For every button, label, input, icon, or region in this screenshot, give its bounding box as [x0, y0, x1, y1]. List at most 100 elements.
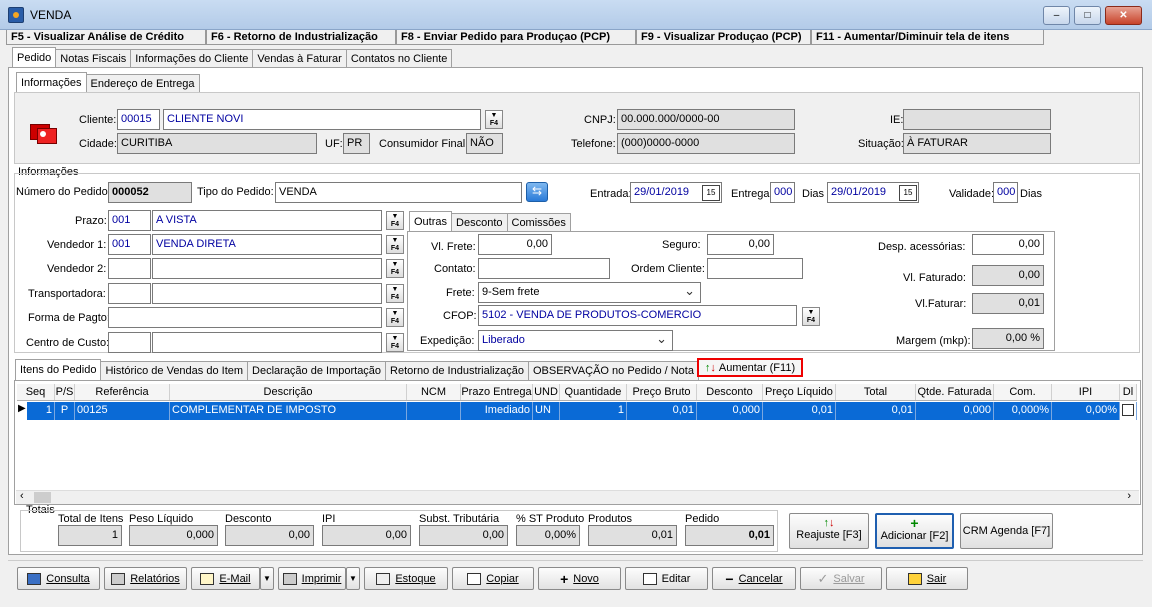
- tab-desconto[interactable]: Desconto: [451, 213, 508, 232]
- cell-seq[interactable]: 1: [27, 402, 55, 420]
- centro-custo-input[interactable]: [152, 332, 382, 353]
- tab-declaracao-importacao[interactable]: Declaração de Importação: [247, 361, 387, 380]
- vendedor2-input[interactable]: [152, 258, 382, 279]
- cell-qtde-faturada[interactable]: 0,000: [916, 402, 994, 420]
- col-desconto[interactable]: Desconto: [697, 384, 763, 400]
- imprimir-dropdown-icon[interactable]: ▼: [346, 567, 360, 590]
- col-preco-bruto[interactable]: Preço Bruto: [627, 384, 697, 400]
- copiar-button[interactable]: Copiar: [452, 567, 534, 590]
- col-com[interactable]: Com.: [994, 384, 1052, 400]
- adicionar-button[interactable]: + Adicionar [F2]: [875, 513, 954, 549]
- fkey-f8[interactable]: F8 - Enviar Pedido para Produçao (PCP): [396, 30, 636, 45]
- cliente-search-f4-icon[interactable]: ▼ F4: [485, 110, 503, 129]
- desp-acessorias-input[interactable]: 0,00: [972, 234, 1044, 255]
- cell-preco-liquido[interactable]: 0,01: [763, 402, 836, 420]
- close-button[interactable]: ✕: [1105, 6, 1142, 25]
- scroll-thumb[interactable]: [34, 492, 51, 503]
- col-total[interactable]: Total: [836, 384, 916, 400]
- cancelar-button[interactable]: − Cancelar: [712, 567, 796, 590]
- tab-outras[interactable]: Outras: [409, 211, 453, 232]
- tab-vendas-faturar[interactable]: Vendas à Faturar: [252, 49, 347, 68]
- col-ncm[interactable]: NCM: [407, 384, 461, 400]
- cliente-name-input[interactable]: CLIENTE NOVI: [163, 109, 481, 130]
- ordem-cliente-input[interactable]: [707, 258, 803, 279]
- salvar-button[interactable]: ✓ Salvar: [800, 567, 882, 590]
- tab-informacoes[interactable]: Informações: [16, 72, 87, 93]
- cell-preco-bruto[interactable]: 0,01: [627, 402, 697, 420]
- col-prazo-entrega[interactable]: Prazo Entrega: [461, 384, 533, 400]
- col-qtde-faturada[interactable]: Qtde. Faturada: [916, 384, 994, 400]
- cell-ipi[interactable]: 0,00%: [1052, 402, 1120, 420]
- entrada-calendar-icon[interactable]: 15: [702, 185, 720, 201]
- prazo-code-input[interactable]: 001: [108, 210, 151, 231]
- col-und[interactable]: UND: [533, 384, 560, 400]
- tab-contatos[interactable]: Contatos no Cliente: [345, 49, 453, 68]
- col-seq[interactable]: Seq: [17, 384, 55, 400]
- tab-pedido[interactable]: Pedido: [12, 47, 57, 68]
- col-preco-liquido[interactable]: Preço Líquido: [763, 384, 836, 400]
- table-row[interactable]: 1 P 00125 COMPLEMENTAR DE IMPOSTO Imedia…: [27, 402, 1137, 420]
- vendedor1-f4-icon[interactable]: ▼ F4: [386, 235, 404, 254]
- col-dl[interactable]: Dl: [1120, 384, 1137, 400]
- aumentar-button[interactable]: ↑ ↓ Aumentar (F11): [697, 358, 803, 377]
- prazo-input[interactable]: A VISTA: [152, 210, 382, 231]
- vendedor1-input[interactable]: VENDA DIRETA: [152, 234, 382, 255]
- editar-button[interactable]: Editar: [625, 567, 708, 590]
- forma-pagto-f4-icon[interactable]: ▼ F4: [386, 308, 404, 327]
- fkey-f11[interactable]: F11 - Aumentar/Diminuir tela de itens: [811, 30, 1044, 45]
- col-descricao[interactable]: Descrição: [170, 384, 407, 400]
- transportadora-code-input[interactable]: [108, 283, 151, 304]
- tab-comissoes[interactable]: Comissões: [506, 213, 571, 232]
- cell-desconto[interactable]: 0,000: [697, 402, 763, 420]
- consulta-button[interactable]: Consulta: [17, 567, 100, 590]
- cliente-code-input[interactable]: 00015: [117, 109, 160, 130]
- imprimir-button[interactable]: Imprimir: [278, 567, 346, 590]
- maximize-button[interactable]: □: [1074, 6, 1101, 25]
- cell-und[interactable]: UN: [533, 402, 560, 420]
- swap-tipo-icon[interactable]: ⇆: [526, 182, 548, 202]
- validade-input[interactable]: 000: [993, 182, 1018, 203]
- email-button[interactable]: E-Mail: [191, 567, 260, 590]
- forma-pagto-input[interactable]: [108, 307, 382, 328]
- tab-observacao[interactable]: OBSERVAÇÃO no Pedido / Nota: [527, 361, 699, 380]
- cfop-input[interactable]: 5102 - VENDA DE PRODUTOS-COMERCIO: [478, 305, 797, 326]
- prazo-f4-icon[interactable]: ▼ F4: [386, 211, 404, 230]
- fkey-f6[interactable]: F6 - Retorno de Industrialização: [206, 30, 396, 45]
- col-ipi[interactable]: IPI: [1052, 384, 1120, 400]
- email-dropdown-icon[interactable]: ▼: [260, 567, 274, 590]
- relatorios-button[interactable]: Relatórios: [104, 567, 187, 590]
- vendedor2-f4-icon[interactable]: ▼ F4: [386, 259, 404, 278]
- cell-total[interactable]: 0,01: [836, 402, 916, 420]
- vendedor2-code-input[interactable]: [108, 258, 151, 279]
- estoque-button[interactable]: Estoque: [364, 567, 448, 590]
- grid-hscrollbar[interactable]: ‹ ›: [16, 490, 1139, 504]
- tab-info-cliente[interactable]: Informações do Cliente: [130, 49, 254, 68]
- cell-dl-checkbox[interactable]: [1122, 404, 1134, 416]
- tab-historico-vendas[interactable]: Histórico de Vendas do Item: [100, 361, 249, 380]
- col-referencia[interactable]: Referência: [75, 384, 170, 400]
- fkey-f5[interactable]: F5 - Visualizar Análise de Crédito: [6, 30, 206, 45]
- entrega-calendar-icon[interactable]: 15: [899, 185, 917, 201]
- reajuste-button[interactable]: ↑↓ Reajuste [F3]: [789, 513, 869, 549]
- expedicao-select[interactable]: Liberado: [478, 330, 673, 351]
- cell-ps[interactable]: P: [55, 402, 75, 420]
- centro-custo-f4-icon[interactable]: ▼ F4: [386, 333, 404, 352]
- entrega-days-input[interactable]: 000: [770, 182, 795, 203]
- minimize-button[interactable]: –: [1043, 6, 1070, 25]
- transportadora-input[interactable]: [152, 283, 382, 304]
- tab-itens-pedido[interactable]: Itens do Pedido: [15, 359, 102, 380]
- tab-notas-fiscais[interactable]: Notas Fiscais: [55, 49, 132, 68]
- vendedor1-code-input[interactable]: 001: [108, 234, 151, 255]
- scroll-left-icon[interactable]: ‹: [20, 490, 24, 502]
- novo-button[interactable]: + Novo: [538, 567, 621, 590]
- centro-custo-code-input[interactable]: [108, 332, 151, 353]
- cell-descricao[interactable]: COMPLEMENTAR DE IMPOSTO: [170, 402, 407, 420]
- col-ps[interactable]: P/S: [55, 384, 75, 400]
- scroll-right-icon[interactable]: ›: [1127, 490, 1131, 502]
- cell-quantidade[interactable]: 1: [560, 402, 627, 420]
- fkey-f9[interactable]: F9 - Visualizar Produçao (PCP): [636, 30, 811, 45]
- col-quantidade[interactable]: Quantidade: [560, 384, 627, 400]
- tab-retorno-industrializacao[interactable]: Retorno de Industrialização: [385, 361, 529, 380]
- cell-ncm[interactable]: [407, 402, 461, 420]
- tab-endereco-entrega[interactable]: Endereço de Entrega: [85, 74, 200, 93]
